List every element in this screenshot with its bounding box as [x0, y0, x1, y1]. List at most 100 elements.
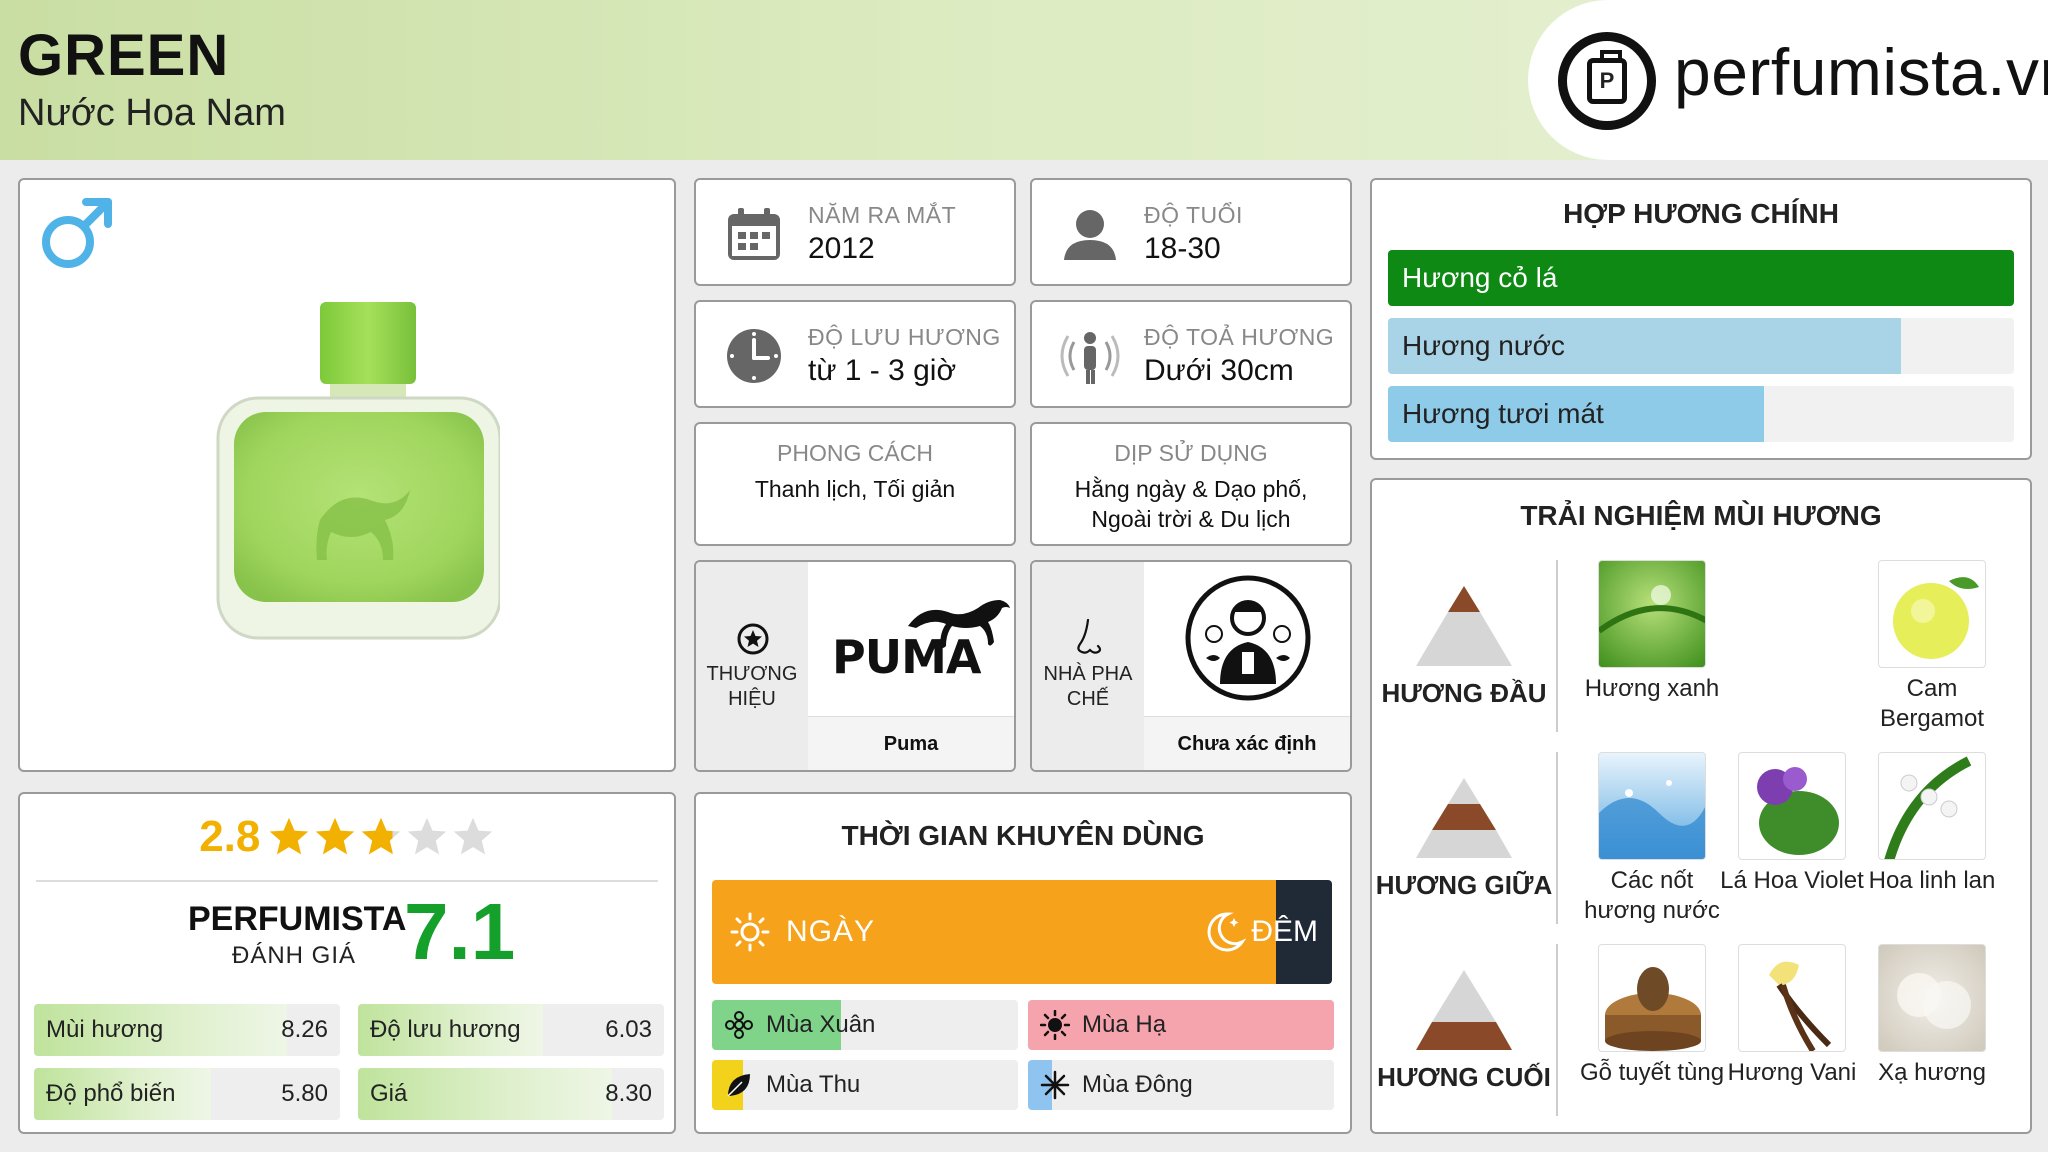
rating-number: 2.8 — [199, 812, 261, 861]
pyramid-base-icon — [1416, 970, 1512, 1050]
brand-card[interactable]: THƯƠNG HIỆU PUMA Puma — [694, 560, 1016, 772]
note-name: Gỗ tuyết tùng — [1579, 1059, 1725, 1086]
sillage-person-icon — [1060, 332, 1120, 384]
middle-notes-label: HƯƠNG GIỮA — [1375, 870, 1553, 900]
longevity-value: từ 1 - 3 giờ — [808, 354, 957, 387]
star-icon — [269, 817, 309, 855]
brand-name: Puma — [808, 716, 1014, 770]
main-accords-card: HỢP HƯƠNG CHÍNH Hương cỏ lá Hương nước H… — [1370, 178, 2032, 460]
note-item: Các nốt hương nước — [1572, 752, 1732, 926]
season-fill — [1028, 1000, 1334, 1050]
star-icon — [315, 817, 355, 855]
brand-star-icon — [737, 623, 769, 655]
brand-logo[interactable]: P perfumista.vn — [1528, 0, 2048, 160]
male-gender-icon — [42, 198, 112, 268]
sillage-card: ĐỘ TOẢ HƯƠNG Dưới 30cm — [1030, 300, 1352, 408]
note-item: Hương Vani — [1712, 944, 1872, 1088]
header: GREEN Nước Hoa Nam P perfumista.vn — [0, 0, 2048, 160]
clock-icon — [727, 329, 781, 383]
usage-title: THỜI GIAN KHUYÊN DÙNG — [841, 820, 1205, 851]
notes-title: TRẢI NGHIỆM MÙI HƯƠNG — [1520, 500, 1882, 531]
puma-cat-icon — [908, 600, 1010, 648]
sillage-value: Dưới 30cm — [1144, 354, 1294, 387]
perfumer-name: Chưa xác định — [1144, 716, 1350, 770]
perfumer-card[interactable]: NHÀ PHA CHẾ Chưa xác định — [1030, 560, 1352, 772]
violet-leaf-image — [1738, 752, 1846, 860]
day-night-bar: NGÀY ĐÊM — [712, 880, 1332, 984]
metric-label: Giá — [370, 1080, 408, 1107]
perfume-subtitle: Nước Hoa Nam — [18, 92, 286, 134]
age-label: ĐỘ TUỔI — [1144, 202, 1243, 228]
note-item: Hoa linh lan — [1852, 752, 2012, 896]
perfumista-score: 7.1 — [404, 887, 516, 976]
season-label: Mùa Đông — [1082, 1071, 1193, 1098]
scent-experience-card: TRẢI NGHIỆM MÙI HƯƠNG HƯƠNG ĐẦU Hương xa… — [1370, 478, 2032, 1134]
perfumer-image — [1144, 562, 1350, 716]
longevity-label: ĐỘ LƯU HƯƠNG — [808, 324, 1001, 350]
usage-time-card: THỜI GIAN KHUYÊN DÙNG NGÀY ĐÊM Mùa Xuân — [694, 792, 1352, 1134]
season-label: Mùa Xuân — [766, 1011, 876, 1038]
lily-of-valley-image — [1878, 752, 1986, 860]
season-bar: Mùa Thu — [712, 1060, 1018, 1110]
metric-value: 8.26 — [281, 1016, 328, 1043]
star-icon — [361, 817, 401, 855]
age-value: 18-30 — [1144, 232, 1221, 265]
style-card: PHONG CÁCH Thanh lịch, Tối giản — [694, 422, 1016, 546]
base-notes-label: HƯƠNG CUỐI — [1377, 1062, 1551, 1092]
metric-bar: Giá 8.30 — [358, 1068, 664, 1120]
calendar-icon — [728, 208, 780, 260]
launch-value: 2012 — [808, 232, 875, 265]
season-label: Mùa Thu — [766, 1071, 861, 1098]
metric-label: Mùi hương — [46, 1016, 164, 1043]
metric-bar: Mùi hương 8.26 — [34, 1004, 340, 1056]
musk-cotton-image — [1878, 944, 1986, 1052]
metric-bar: Độ phổ biến 5.80 — [34, 1068, 340, 1120]
note-item: Cam Bergamot — [1852, 560, 2012, 734]
longevity-card: ĐỘ LƯU HƯƠNG từ 1 - 3 giờ — [694, 300, 1016, 408]
pyramid-middle-icon — [1416, 778, 1512, 858]
occasion-value: Hằng ngày & Dạo phố, Ngoài trời & Du lịc… — [1074, 476, 1308, 532]
perfume-title: GREEN — [18, 23, 230, 88]
top-notes-label: HƯƠNG ĐẦU — [1381, 678, 1547, 708]
note-name: Các nốt hương nước — [1584, 867, 1720, 924]
perfumer-avatar-icon — [1185, 575, 1311, 701]
note-item: Lá Hoa Violet — [1712, 752, 1872, 896]
logo-text: perfumista.vn — [1674, 35, 2048, 109]
autumn-leaf-icon — [727, 1074, 750, 1097]
moon-icon — [1207, 912, 1246, 952]
star-icon — [407, 817, 447, 855]
occasion-label: DỊP SỬ DỤNG — [1114, 440, 1268, 466]
launch-label: NĂM RA MẮT — [808, 202, 957, 228]
brand-label: THƯƠNG HIỆU — [706, 663, 798, 710]
perfume-bottle-logo-icon: P — [1558, 32, 1656, 130]
note-name: Hoa linh lan — [1868, 867, 1996, 894]
spring-flower-icon — [725, 1011, 753, 1039]
perfume-bottle-image — [216, 302, 500, 640]
nose-icon — [1077, 618, 1102, 654]
accord-bar: Hương cỏ lá — [1388, 250, 2014, 306]
note-name: Hương xanh — [1584, 675, 1720, 702]
accord-bar: Hương tươi mát — [1388, 386, 2014, 442]
note-name: Lá Hoa Violet — [1720, 867, 1864, 894]
launch-year-card: NĂM RA MẮT 2012 — [694, 178, 1016, 286]
star-rating: 2.8 — [20, 812, 674, 862]
season-bar: Mùa Hạ — [1028, 1000, 1334, 1050]
season-label: Mùa Hạ — [1082, 1011, 1167, 1038]
style-label: PHONG CÁCH — [777, 440, 933, 466]
green-leaf-image — [1598, 560, 1706, 668]
season-bar: Mùa Xuân — [712, 1000, 1018, 1050]
pyramid-top-icon — [1416, 586, 1512, 666]
metric-value: 8.30 — [605, 1080, 652, 1107]
perfumista-sub-label: ĐÁNH GIÁ — [232, 942, 357, 969]
summer-sun-icon — [1040, 1010, 1070, 1040]
note-item: Hương xanh — [1572, 560, 1732, 704]
accord-label: Hương nước — [1402, 330, 1565, 361]
note-item: Gỗ tuyết tùng — [1572, 944, 1732, 1088]
day-label: NGÀY — [786, 915, 876, 948]
note-name: Hương Vani — [1727, 1059, 1857, 1086]
accord-label: Hương cỏ lá — [1402, 262, 1558, 293]
accord-label: Hương tươi mát — [1402, 398, 1604, 429]
water-splash-image — [1598, 752, 1706, 860]
style-value: Thanh lịch, Tối giản — [754, 476, 956, 502]
bergamot-image — [1878, 560, 1986, 668]
